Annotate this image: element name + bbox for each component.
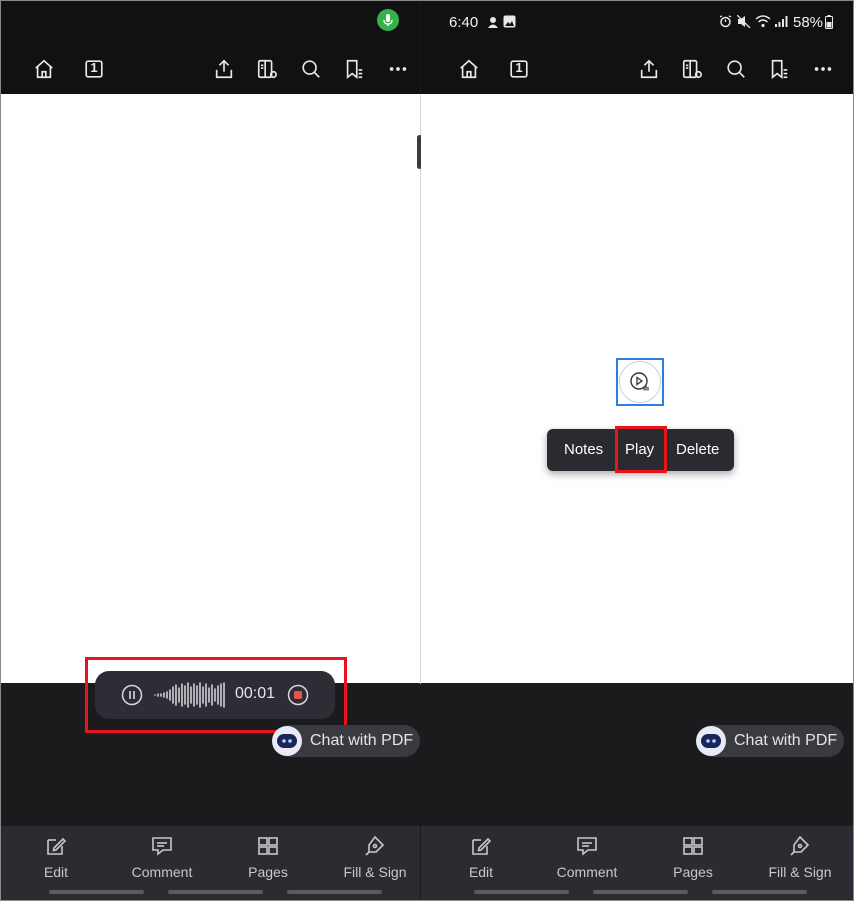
screenshot-frame: 1 00:01 Chat with PDF Edit Comment Pages… bbox=[0, 0, 854, 901]
nav-fill-sign-label: Fill & Sign bbox=[343, 864, 407, 880]
page-number-icon[interactable]: 1 bbox=[80, 55, 108, 83]
chat-with-pdf-label: Chat with PDF bbox=[310, 732, 414, 749]
gesture-bar bbox=[287, 890, 382, 894]
nav-fill-sign-label: Fill & Sign bbox=[768, 864, 832, 880]
nav-comment-label: Comment bbox=[556, 864, 618, 880]
play-highlight-box bbox=[615, 426, 667, 473]
comment-icon bbox=[152, 837, 172, 856]
nav-comment-label: Comment bbox=[131, 864, 193, 880]
reader-mode-icon[interactable] bbox=[678, 55, 706, 83]
edit-icon bbox=[472, 837, 492, 855]
mute-icon bbox=[736, 14, 751, 32]
nav-pages-label: Pages bbox=[673, 864, 713, 880]
chat-bot-icon bbox=[696, 726, 726, 756]
nav-pages[interactable]: Pages bbox=[228, 834, 308, 880]
pages-icon bbox=[683, 837, 703, 855]
more-icon[interactable] bbox=[384, 55, 412, 83]
battery-level: 58% bbox=[793, 14, 824, 31]
bookmarks-icon[interactable] bbox=[340, 55, 368, 83]
page-number-label: 1 bbox=[90, 60, 98, 75]
alarm-icon bbox=[719, 15, 732, 32]
nav-edit[interactable]: Edit bbox=[441, 834, 521, 880]
nav-edit[interactable]: Edit bbox=[16, 834, 96, 880]
recorder-highlight-box bbox=[85, 657, 347, 733]
gallery-icon bbox=[503, 15, 516, 32]
status-bar-left bbox=[1, 1, 420, 45]
more-icon[interactable] bbox=[809, 55, 837, 83]
bottom-nav-right: Edit Comment Pages Fill & Sign bbox=[421, 826, 853, 900]
gesture-bar bbox=[593, 890, 688, 894]
wifi-icon bbox=[755, 15, 771, 32]
share-icon[interactable] bbox=[210, 55, 238, 83]
status-time: 6:40 bbox=[449, 14, 479, 31]
chat-with-pdf-button[interactable]: Chat with PDF bbox=[696, 725, 844, 757]
menu-item-delete[interactable]: Delete bbox=[676, 441, 719, 458]
signal-icon bbox=[774, 15, 788, 32]
edit-icon bbox=[47, 837, 67, 855]
reader-mode-icon[interactable] bbox=[253, 55, 281, 83]
gesture-bar bbox=[49, 890, 144, 894]
chat-with-pdf-button[interactable]: Chat with PDF bbox=[272, 725, 420, 757]
gesture-bar bbox=[168, 890, 263, 894]
bottom-nav-left: Edit Comment Pages Fill & Sign bbox=[1, 826, 420, 900]
audio-play-icon bbox=[619, 361, 661, 403]
pages-icon bbox=[258, 837, 278, 855]
nav-fill-sign[interactable]: Fill & Sign bbox=[760, 834, 840, 880]
gesture-bar bbox=[474, 890, 569, 894]
menu-item-notes[interactable]: Notes bbox=[564, 441, 603, 458]
home-icon[interactable] bbox=[30, 55, 58, 83]
audio-annotation[interactable] bbox=[616, 358, 664, 406]
nav-pages-label: Pages bbox=[248, 864, 288, 880]
gesture-bar bbox=[712, 890, 807, 894]
nav-fill-sign[interactable]: Fill & Sign bbox=[335, 834, 415, 880]
pen-nib-icon bbox=[365, 835, 385, 856]
page-number-label: 1 bbox=[515, 60, 523, 75]
search-icon[interactable] bbox=[722, 55, 750, 83]
nav-comment[interactable]: Comment bbox=[122, 834, 202, 880]
share-icon[interactable] bbox=[635, 55, 663, 83]
left-screen: 1 00:01 Chat with PDF Edit Comment Pages… bbox=[1, 1, 420, 900]
nav-edit-label: Edit bbox=[468, 864, 494, 880]
bookmarks-icon[interactable] bbox=[765, 55, 793, 83]
pen-nib-icon bbox=[790, 835, 810, 856]
chat-with-pdf-label: Chat with PDF bbox=[734, 732, 838, 749]
home-icon[interactable] bbox=[455, 55, 483, 83]
search-icon[interactable] bbox=[297, 55, 325, 83]
nav-comment[interactable]: Comment bbox=[547, 834, 627, 880]
chat-bot-icon bbox=[272, 726, 302, 756]
nav-pages[interactable]: Pages bbox=[653, 834, 733, 880]
comment-icon bbox=[577, 837, 597, 856]
notification-icon bbox=[487, 15, 499, 33]
top-toolbar-right: 1 bbox=[421, 45, 853, 94]
pdf-page-left[interactable] bbox=[1, 94, 420, 683]
mic-indicator-icon bbox=[377, 9, 399, 31]
battery-icon bbox=[825, 15, 833, 33]
page-number-icon[interactable]: 1 bbox=[505, 55, 533, 83]
top-toolbar-left: 1 bbox=[1, 45, 420, 94]
status-bar-right: 6:40 58% bbox=[421, 1, 853, 45]
nav-edit-label: Edit bbox=[43, 864, 69, 880]
